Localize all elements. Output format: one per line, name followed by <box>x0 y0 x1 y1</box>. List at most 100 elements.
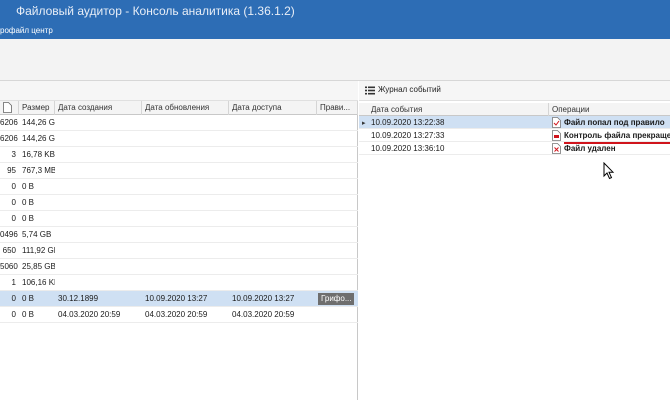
table-row[interactable]: 6206 144,26 GE <box>0 131 358 147</box>
column-header-operations[interactable]: Операции <box>549 103 670 116</box>
cell-c0: 0 <box>11 294 16 303</box>
table-row[interactable]: 0 0 B 30.12.1899 10.09.2020 13:27 10.09.2020… <box>0 291 358 307</box>
mouse-cursor-icon <box>603 162 615 180</box>
title-bar: Файловый аудитор - Консоль аналитика (1.… <box>0 0 670 24</box>
cell-c0: 0 <box>11 198 16 207</box>
cell-updated <box>142 211 229 227</box>
cell-accessed <box>229 275 317 291</box>
cell-size: 144,26 GE <box>22 118 55 127</box>
cell-size: 5,74 GB <box>22 230 52 239</box>
table-row[interactable]: 5060 25,85 GB <box>0 259 358 275</box>
cell-created <box>55 275 142 291</box>
event-operation: Контроль файла прекращен <box>564 131 670 140</box>
cell-accessed <box>229 227 317 243</box>
cell-size: 144,26 GE <box>22 134 55 143</box>
cell-created <box>55 147 142 163</box>
column-header-rule[interactable]: Прави... <box>317 101 358 115</box>
cell-created <box>55 259 142 275</box>
cell-updated <box>142 115 229 131</box>
cell-c0: 650 <box>2 246 16 255</box>
events-grid-header: Дата события Операции <box>359 103 670 116</box>
cell-size: 106,16 KE <box>22 278 55 287</box>
cell-accessed <box>229 195 317 211</box>
column-header-accessed[interactable]: Дата доступа <box>229 101 317 115</box>
column-header-event-date[interactable]: Дата события <box>359 103 549 116</box>
cell-created <box>55 115 142 131</box>
events-pane: Журнал событий Дата события Операции ▸ 10… <box>359 81 670 400</box>
file-delete-icon <box>552 143 561 154</box>
cell-c0: 0496 <box>0 230 18 239</box>
cell-created <box>55 211 142 227</box>
cell-size: 0 B <box>22 198 35 207</box>
cell-size: 767,3 MB <box>22 166 55 175</box>
cell-c0: 1 <box>11 278 16 287</box>
column-header-updated[interactable]: Дата обновления <box>142 101 229 115</box>
table-row[interactable]: 6206 144,26 GE <box>0 115 358 131</box>
cell-size: 25,85 GB <box>22 262 55 271</box>
files-pane: Размер Дата создания Дата обновления Дат… <box>0 81 358 400</box>
cell-updated: 04.03.2020 20:59 <box>145 310 208 319</box>
cell-size: 0 B <box>22 294 35 303</box>
table-row[interactable]: 0 0 B <box>0 211 358 227</box>
cell-updated <box>142 227 229 243</box>
cell-updated <box>142 131 229 147</box>
table-row[interactable]: 0 0 B <box>0 195 358 211</box>
cell-accessed <box>229 131 317 147</box>
event-date: 10.09.2020 13:36:10 <box>371 144 445 153</box>
cell-created <box>55 163 142 179</box>
files-grid-header: Размер Дата создания Дата обновления Дат… <box>0 101 358 115</box>
cell-size: 0 B <box>22 182 35 191</box>
event-date: 10.09.2020 13:22:38 <box>371 118 445 127</box>
cell-created <box>55 227 142 243</box>
cell-c0: 3 <box>11 150 16 159</box>
column-header-size[interactable]: Размер <box>19 101 55 115</box>
cell-accessed <box>229 259 317 275</box>
cell-accessed <box>229 243 317 259</box>
toolbar <box>0 39 670 81</box>
event-date: 10.09.2020 13:27:33 <box>371 131 445 140</box>
window-title: Файловый аудитор - Консоль аналитика (1.… <box>16 4 295 18</box>
rule-chip[interactable]: Грифо... <box>318 293 354 305</box>
list-icon <box>365 86 375 95</box>
column-header-created[interactable]: Дата создания <box>55 101 142 115</box>
event-row[interactable]: ▸ 10.09.2020 13:22:38 Файл попал под прави… <box>359 116 670 129</box>
cell-updated <box>142 195 229 211</box>
menu-bar: рофайл центр <box>0 24 670 39</box>
table-row[interactable]: 650 111,92 GE <box>0 243 358 259</box>
cell-accessed <box>229 147 317 163</box>
cell-size: 0 B <box>22 310 35 319</box>
cell-size: 16,78 KB <box>22 150 55 159</box>
cell-created <box>55 195 142 211</box>
file-icon <box>3 102 12 113</box>
column-header-0[interactable] <box>0 101 19 115</box>
cell-updated <box>142 179 229 195</box>
cell-accessed <box>229 163 317 179</box>
event-operation: Файл попал под правило <box>564 118 665 127</box>
table-row[interactable]: 95 767,3 MB <box>0 163 358 179</box>
cell-accessed: 10.09.2020 13:27 <box>232 294 295 303</box>
file-control-icon <box>552 130 561 141</box>
files-pane-header <box>0 81 358 101</box>
table-row[interactable]: 3 16,78 KB <box>0 147 358 163</box>
cell-c0: 6206 <box>0 118 18 127</box>
cell-c0: 0 <box>11 214 16 223</box>
table-row[interactable]: 1 106,16 KE <box>0 275 358 291</box>
highlight-underline <box>564 142 670 144</box>
table-row[interactable]: 0 0 B 04.03.2020 20:59 04.03.2020 20:59 04.0… <box>0 307 358 323</box>
table-row[interactable]: 0496 5,74 GB <box>0 227 358 243</box>
current-row-indicator-icon: ▸ <box>362 120 366 127</box>
cell-updated: 10.09.2020 13:27 <box>145 294 208 303</box>
cell-updated <box>142 243 229 259</box>
cell-c0: 0 <box>11 182 16 191</box>
events-pane-header: Журнал событий <box>359 81 670 101</box>
cell-created: 04.03.2020 20:59 <box>58 310 121 319</box>
event-row[interactable]: 10.09.2020 13:27:33 Контроль файла прекра… <box>359 129 670 142</box>
cell-accessed <box>229 179 317 195</box>
table-row[interactable]: 0 0 B <box>0 179 358 195</box>
cell-created <box>55 243 142 259</box>
cell-c0: 0 <box>11 310 16 319</box>
menu-item-profile-center[interactable]: рофайл центр <box>0 26 53 35</box>
cell-created: 30.12.1899 <box>58 294 99 303</box>
cell-updated <box>142 147 229 163</box>
cell-c0: 95 <box>7 166 16 175</box>
